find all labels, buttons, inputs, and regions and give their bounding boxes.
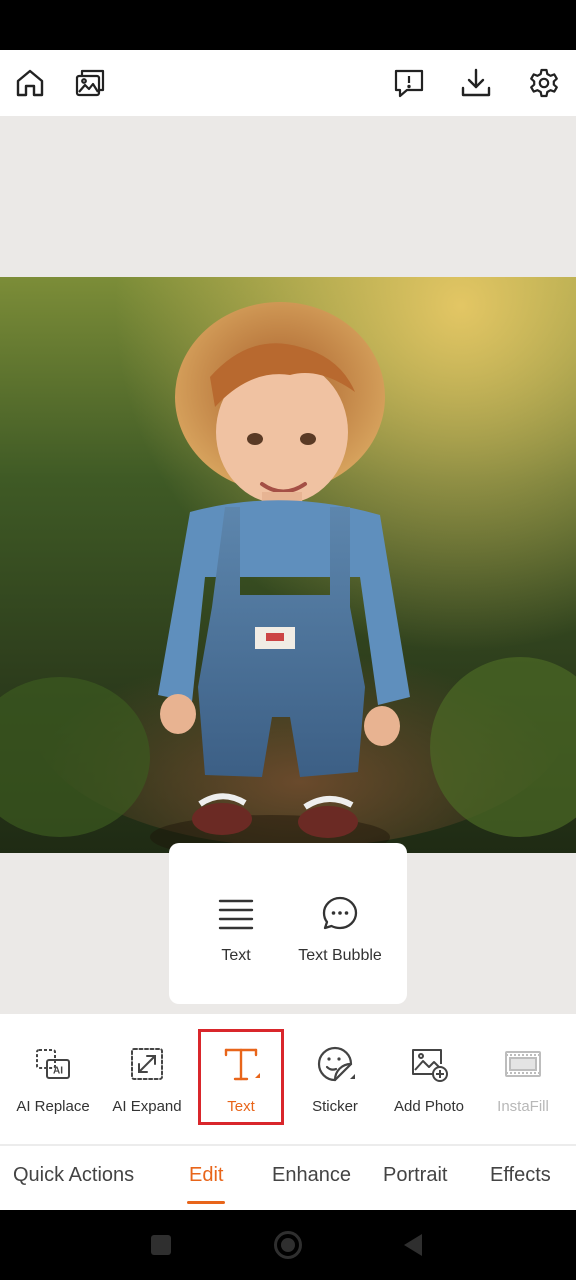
tab-quick-actions[interactable]: Quick Actions: [13, 1164, 134, 1187]
tab-edit[interactable]: Edit: [189, 1164, 223, 1187]
tool-label: InstaFill: [497, 1098, 549, 1115]
recents-square-icon[interactable]: [148, 1232, 174, 1258]
svg-text:AI: AI: [53, 1066, 63, 1077]
gallery-icon[interactable]: [73, 66, 107, 100]
tool-add-photo[interactable]: Add Photo: [382, 1044, 476, 1115]
chat-bubble-icon: [322, 896, 358, 930]
text-t-icon: [224, 1048, 260, 1081]
tab-portrait[interactable]: Portrait: [383, 1164, 447, 1187]
status-bar: [0, 0, 576, 50]
edited-photo[interactable]: [0, 277, 576, 853]
tool-label: AI Expand: [112, 1098, 182, 1115]
download-icon[interactable]: [459, 66, 493, 100]
lines-icon: [218, 899, 254, 930]
tool-label: Add Photo: [393, 1098, 465, 1115]
tool-label: Text: [227, 1098, 255, 1115]
tab-enhance[interactable]: Enhance: [272, 1164, 351, 1187]
category-tabs: Quick Actions Edit Enhance Portrait Effe…: [0, 1146, 576, 1210]
settings-icon[interactable]: [527, 66, 561, 100]
add-photo-icon: [412, 1049, 448, 1082]
popup-item-text[interactable]: Text: [181, 895, 291, 965]
tool-ai-expand[interactable]: AI Expand: [100, 1044, 194, 1115]
popup-item-text-bubble[interactable]: Text Bubble: [285, 895, 395, 965]
tool-ai-replace[interactable]: AI AI Replace: [6, 1044, 100, 1115]
tool-label: Sticker: [312, 1098, 358, 1115]
active-tab-indicator: [187, 1201, 225, 1204]
ai-replace-icon: AI: [36, 1049, 70, 1079]
tool-instafill[interactable]: InstaFill: [476, 1044, 570, 1115]
ai-expand-icon: [131, 1048, 163, 1080]
sticker-icon: [317, 1046, 355, 1082]
system-navigation-bar: [0, 1210, 576, 1280]
tool-text[interactable]: Text: [194, 1044, 288, 1115]
tool-label: AI Replace: [16, 1098, 90, 1115]
tool-sticker[interactable]: Sticker: [288, 1044, 382, 1115]
back-triangle-icon[interactable]: [400, 1232, 426, 1258]
popup-item-label: Text Bubble: [298, 947, 382, 964]
feedback-icon[interactable]: [392, 66, 426, 100]
tab-effects[interactable]: Effects: [490, 1164, 551, 1187]
popup-item-label: Text: [221, 947, 251, 964]
text-options-popup: Text Text Bubble: [169, 843, 407, 1004]
home-icon[interactable]: [13, 66, 47, 100]
home-circle-icon[interactable]: [273, 1230, 303, 1260]
instafill-icon: [505, 1051, 541, 1077]
top-toolbar: [0, 50, 576, 116]
tools-toolbar: AI AI Replace AI Expand Text Sticker Add…: [0, 1014, 576, 1144]
